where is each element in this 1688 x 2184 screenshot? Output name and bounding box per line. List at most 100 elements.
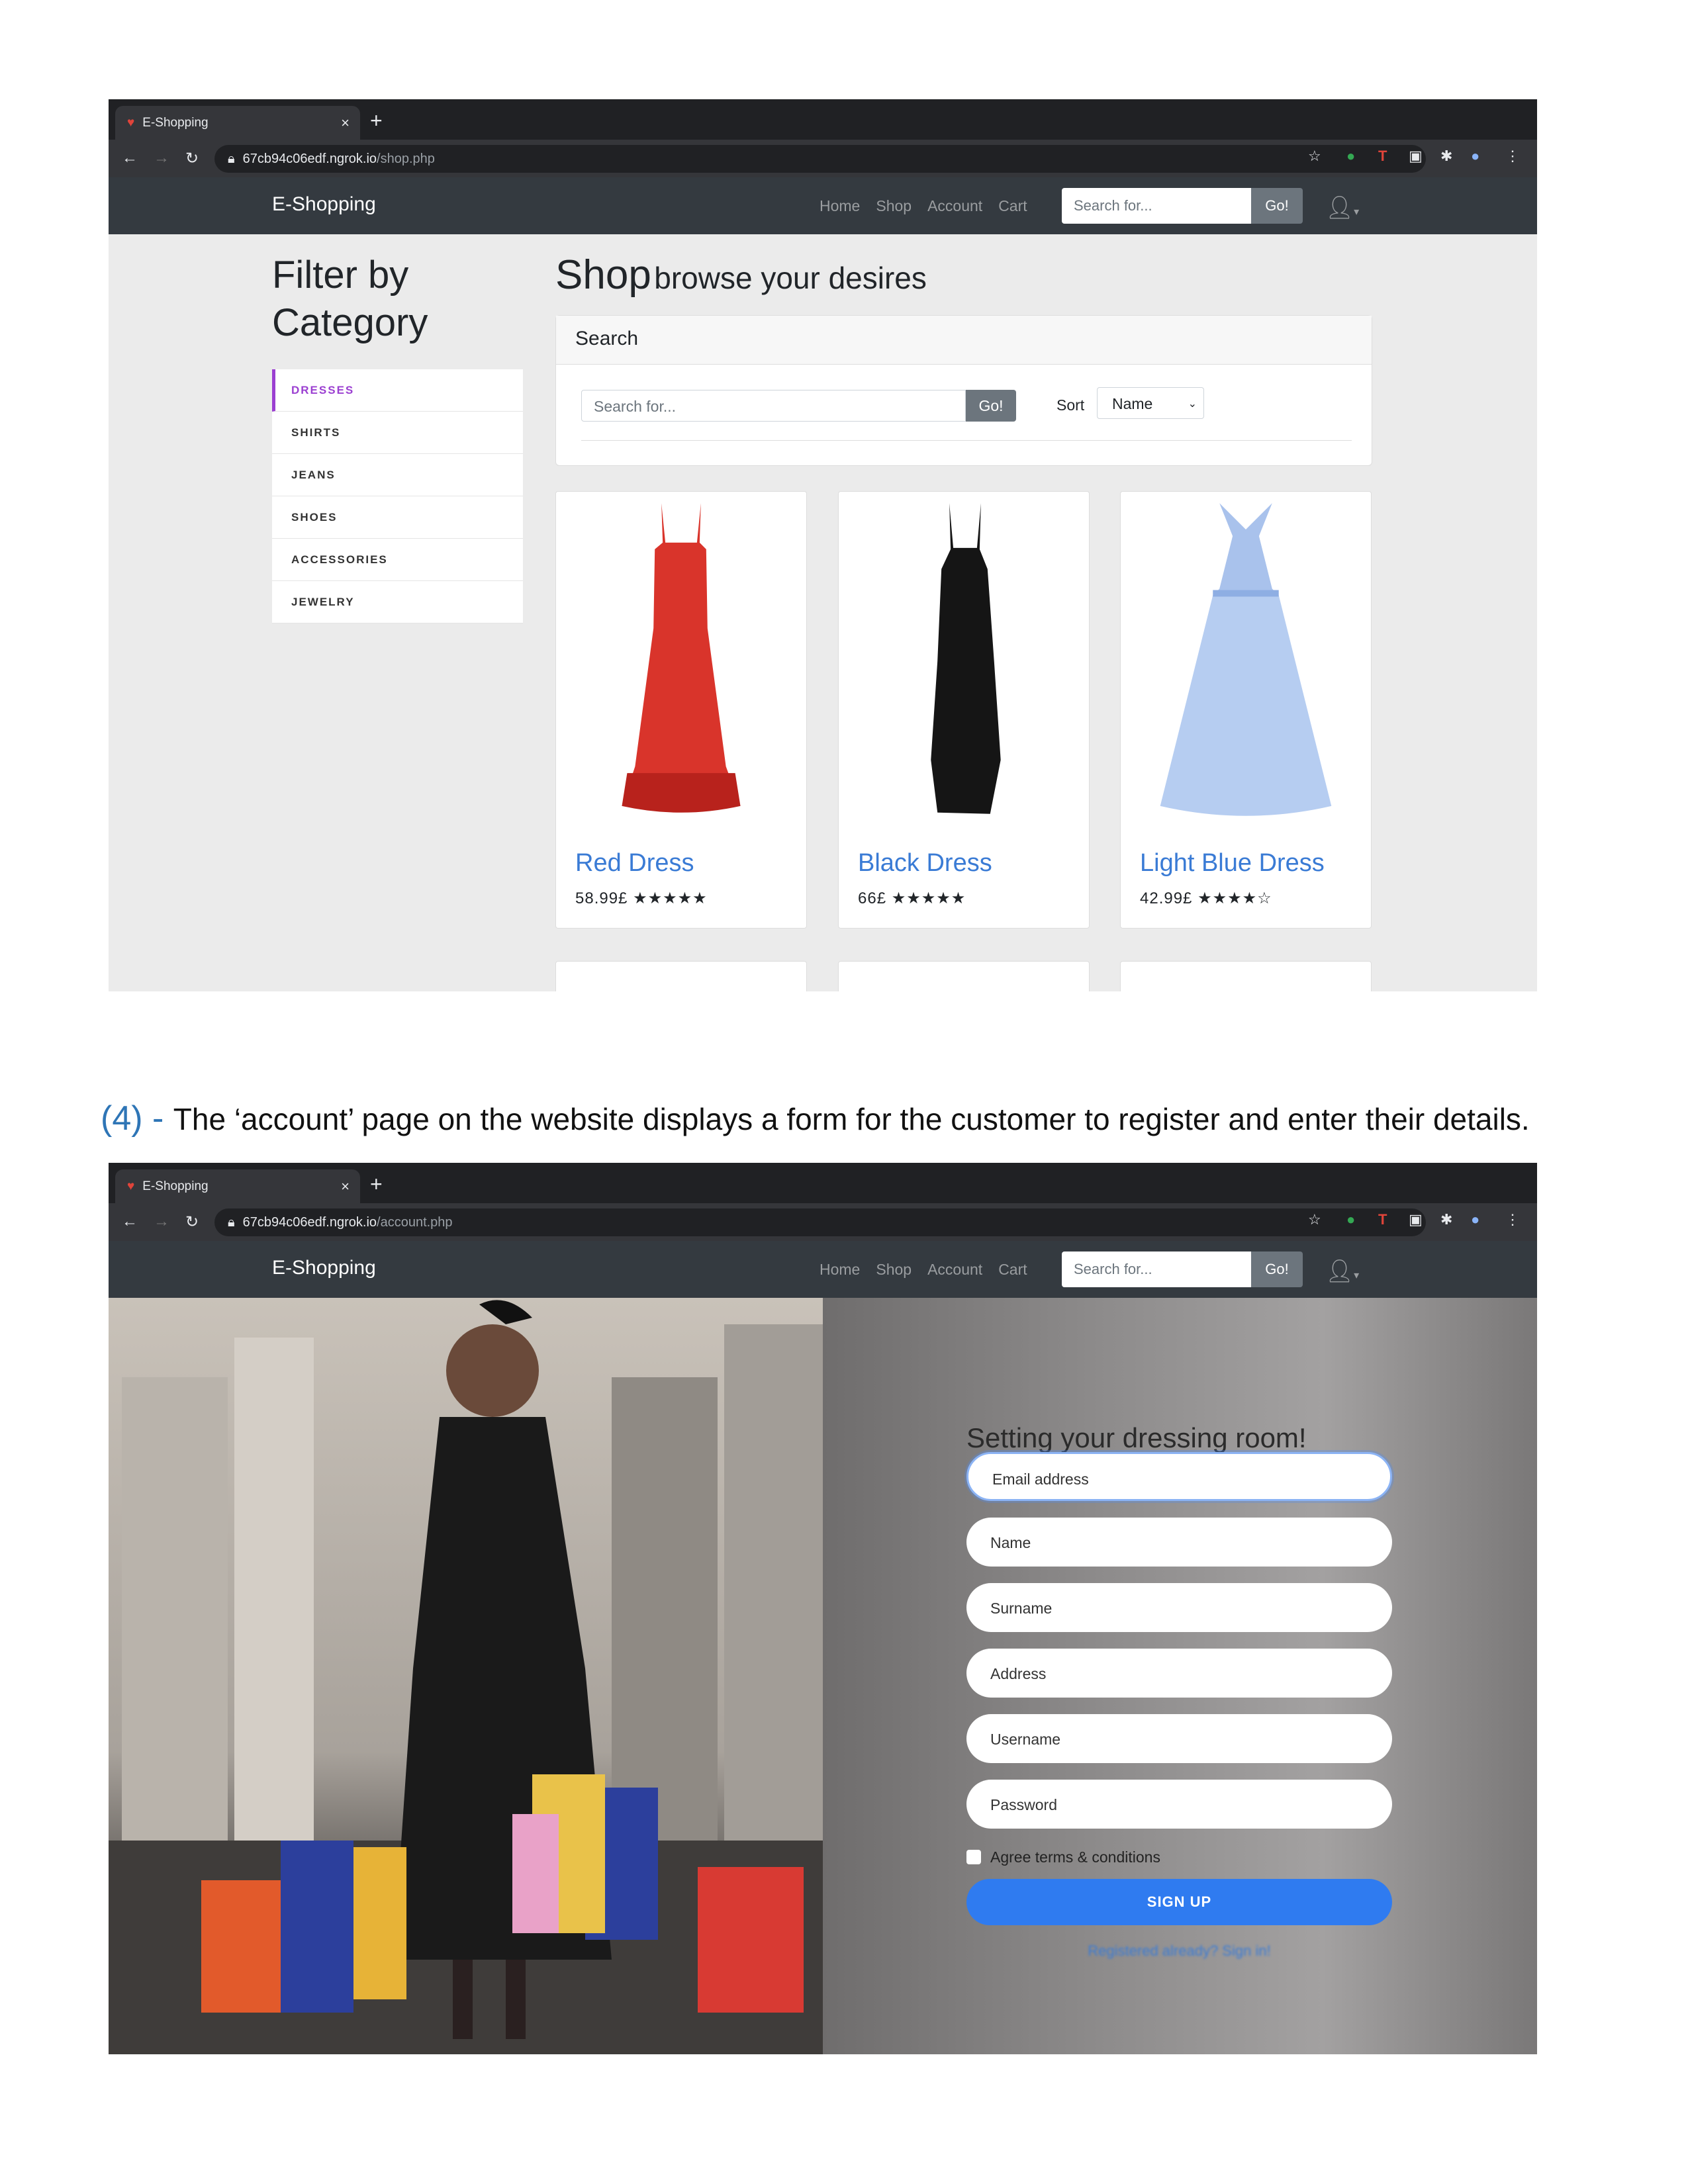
nav-account[interactable]: Account [927, 197, 982, 215]
nav-home[interactable]: Home [820, 1261, 860, 1279]
brand-logo[interactable]: E-Shopping [272, 193, 376, 216]
favicon-icon: ♥ [127, 115, 135, 130]
category-accessories[interactable]: ACCESSORIES [272, 539, 523, 581]
sign-in-link[interactable]: Registered already? Sign in! [966, 1942, 1392, 1960]
caption-number: (4) [101, 1099, 143, 1138]
user-menu-icon[interactable]: 👤︎▾ [1325, 1258, 1359, 1285]
nav-search-input[interactable]: Search for... [1062, 188, 1251, 224]
product-price-rating: 66£ ★★★★★ [858, 889, 966, 908]
shop-title: Shop [555, 252, 651, 298]
category-jewelry[interactable]: JEWELRY [272, 581, 523, 623]
close-tab-icon[interactable]: × [341, 1178, 350, 1195]
category-shoes[interactable]: SHOES [272, 496, 523, 539]
forward-icon[interactable]: → [154, 1212, 169, 1231]
product-price: 66£ [858, 889, 887, 907]
address-field[interactable]: Address [966, 1649, 1392, 1698]
category-dresses[interactable]: DRESSES [272, 369, 523, 412]
nav-home[interactable]: Home [820, 197, 860, 215]
menu-kebab-icon[interactable]: ⋮ [1505, 148, 1520, 165]
page-title: Shop browse your desires [555, 251, 927, 298]
extension-search-icon[interactable]: ▣ [1409, 148, 1423, 165]
forward-icon[interactable]: → [154, 149, 169, 167]
close-tab-icon[interactable]: × [341, 114, 350, 132]
url-field[interactable]: 🔒︎ 67cb94c06edf.ngrok.io/shop.php [214, 145, 1426, 173]
caption-dash: - [142, 1099, 173, 1138]
menu-kebab-icon[interactable]: ⋮ [1505, 1211, 1520, 1228]
extension-search-icon[interactable]: ▣ [1409, 1211, 1423, 1228]
agree-terms-label: Agree terms & conditions [990, 1848, 1160, 1866]
nav-cart[interactable]: Cart [998, 197, 1027, 215]
category-jeans[interactable]: JEANS [272, 454, 523, 496]
url-host: 67cb94c06edf.ngrok.io [242, 151, 377, 166]
product-title[interactable]: Light Blue Dress [1140, 849, 1325, 878]
caption-text: The ‘account’ page on the website displa… [173, 1102, 1530, 1136]
tab-title: E-Shopping [142, 1179, 209, 1193]
filter-heading: Filter by Category [272, 251, 428, 347]
agree-terms-checkbox[interactable] [966, 1850, 981, 1864]
product-card-partial[interactable] [555, 961, 807, 991]
sort-select[interactable]: Name ⌄ [1097, 387, 1204, 419]
back-icon[interactable]: ← [122, 1212, 138, 1231]
profile-avatar-icon[interactable]: ● [1471, 148, 1479, 165]
shop-search-go-button[interactable]: Go! [966, 390, 1016, 422]
product-card-partial[interactable] [838, 961, 1090, 991]
category-list: DRESSES SHIRTS JEANS SHOES ACCESSORIES J… [272, 369, 523, 623]
divider [581, 440, 1352, 441]
nav-account[interactable]: Account [927, 1261, 982, 1279]
site-navbar: E-Shopping Home Shop Account Cart Search… [109, 177, 1537, 234]
tab-bar: ♥ E-Shopping × + [109, 99, 1537, 140]
extension-tp-icon[interactable]: T [1378, 148, 1387, 165]
sign-up-button[interactable]: SIGN UP [966, 1879, 1392, 1925]
bookmark-star-icon[interactable]: ☆ [1308, 148, 1321, 165]
favicon-icon: ♥ [127, 1179, 135, 1193]
category-shirts[interactable]: SHIRTS [272, 412, 523, 454]
nav-search-go-button[interactable]: Go! [1251, 1251, 1303, 1287]
product-card[interactable]: Black Dress 66£ ★★★★★ [838, 491, 1090, 929]
product-card-partial[interactable] [1120, 961, 1372, 991]
surname-field[interactable]: Surname [966, 1583, 1392, 1632]
shop-screenshot: ♥ E-Shopping × + ← → ↻ 🔒︎ 67cb94c06edf.ngro… [109, 99, 1537, 991]
nav-search-go-button[interactable]: Go! [1251, 188, 1303, 224]
browser-tab[interactable]: ♥ E-Shopping × [115, 1169, 360, 1203]
bookmark-star-icon[interactable]: ☆ [1308, 1211, 1321, 1228]
sort-label: Sort [1056, 396, 1085, 414]
nav-shop[interactable]: Shop [876, 197, 912, 215]
product-price-rating: 42.99£ ★★★★☆ [1140, 889, 1272, 908]
light-blue-dress-image [1160, 503, 1332, 816]
nav-shop[interactable]: Shop [876, 1261, 912, 1279]
back-icon[interactable]: ← [122, 149, 138, 167]
name-field[interactable]: Name [966, 1518, 1392, 1567]
product-card[interactable]: Red Dress 58.99£ ★★★★★ [555, 491, 807, 929]
browser-tab[interactable]: ♥ E-Shopping × [115, 106, 360, 140]
lock-icon: 🔒︎ [228, 1214, 235, 1230]
user-menu-icon[interactable]: 👤︎▾ [1325, 195, 1359, 221]
new-tab-icon[interactable]: + [370, 1172, 383, 1197]
reload-icon[interactable]: ↻ [185, 1212, 199, 1232]
product-title[interactable]: Black Dress [858, 849, 992, 878]
product-card[interactable]: Light Blue Dress 42.99£ ★★★★☆ [1120, 491, 1372, 929]
url-field[interactable]: 🔒︎ 67cb94c06edf.ngrok.io/account.php [214, 1208, 1426, 1236]
extensions-puzzle-icon[interactable]: ✱ [1440, 148, 1452, 165]
extensions-puzzle-icon[interactable]: ✱ [1440, 1211, 1452, 1228]
tab-bar: ♥ E-Shopping × + [109, 1163, 1537, 1203]
new-tab-icon[interactable]: + [370, 109, 383, 133]
grammarly-icon[interactable]: ● [1346, 1211, 1355, 1228]
extension-tp-icon[interactable]: T [1378, 1211, 1387, 1228]
username-field[interactable]: Username [966, 1714, 1392, 1763]
nav-links: Home Shop Account Cart [820, 197, 1027, 215]
nav-cart[interactable]: Cart [998, 1261, 1027, 1279]
brand-logo[interactable]: E-Shopping [272, 1257, 376, 1279]
product-title[interactable]: Red Dress [575, 849, 694, 878]
password-field[interactable]: Password [966, 1780, 1392, 1829]
reload-icon[interactable]: ↻ [185, 149, 199, 168]
nav-search-input[interactable]: Search for... [1062, 1251, 1251, 1287]
profile-avatar-icon[interactable]: ● [1471, 1211, 1479, 1228]
shop-search-input[interactable]: Search for... [581, 390, 966, 422]
email-field[interactable]: Email address [966, 1452, 1392, 1501]
site-navbar: E-Shopping Home Shop Account Cart Search… [109, 1241, 1537, 1298]
search-card-header: Search [556, 316, 1372, 365]
url-path: /account.php [377, 1214, 453, 1230]
grammarly-icon[interactable]: ● [1346, 148, 1355, 165]
black-dress-image [931, 503, 1001, 814]
url-path: /shop.php [377, 151, 435, 166]
